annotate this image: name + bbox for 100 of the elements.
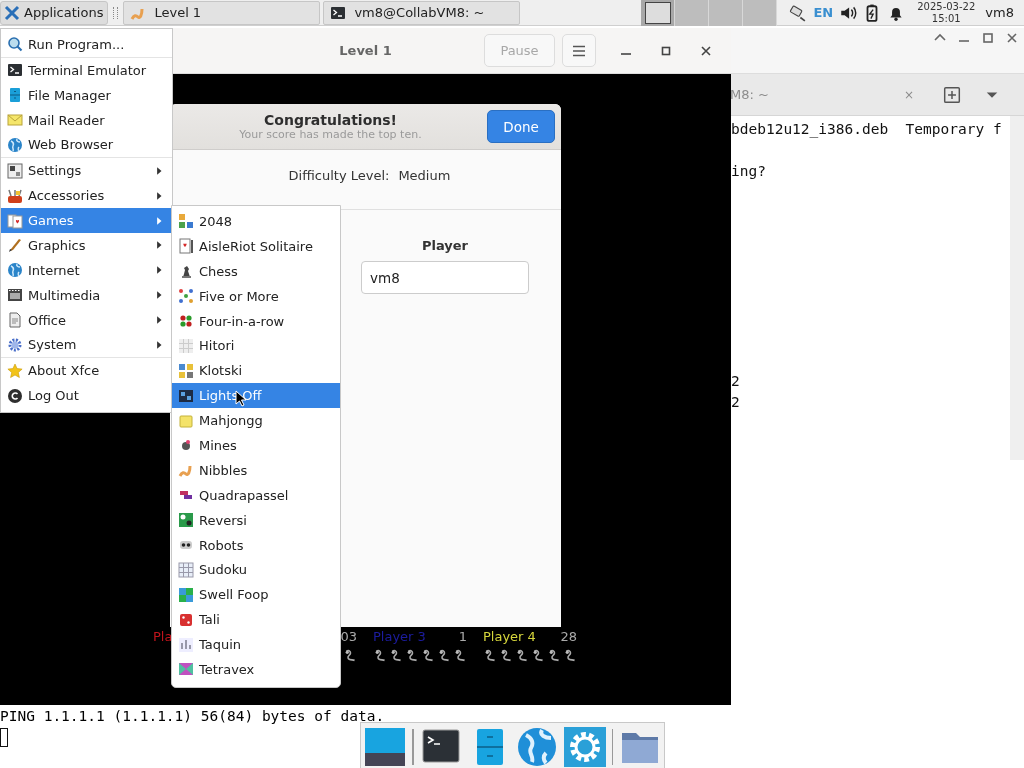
column-header: Player — [421, 238, 469, 253]
menu-item[interactable]: Reversi — [172, 507, 340, 533]
worm-icon — [516, 649, 529, 662]
scrollbar[interactable] — [1010, 116, 1024, 460]
document-icon — [7, 312, 23, 329]
xfce-logo-icon — [4, 4, 20, 21]
menu-item[interactable]: Run Program... — [1, 32, 172, 57]
menu-item[interactable]: Klotski — [172, 358, 340, 384]
dialog-subtitle: Your score has made the top ten. — [239, 128, 422, 141]
menu-item[interactable]: Multimedia — [1, 282, 172, 308]
terminal-line: 2 — [731, 393, 740, 412]
menu-item[interactable]: Five or More — [172, 283, 340, 309]
globe-icon — [7, 262, 23, 279]
settings-icon — [7, 162, 23, 179]
done-button[interactable]: Done — [487, 110, 555, 143]
menu-item[interactable]: Taquin — [172, 632, 340, 658]
taskbar-button[interactable]: vm8@CollabVM8: ~ — [323, 0, 521, 25]
text-cursor — [0, 728, 8, 747]
film-icon — [7, 287, 23, 304]
die-icon — [178, 611, 194, 628]
worm-icon — [374, 649, 387, 662]
balls-icon — [178, 313, 194, 329]
star-icon — [7, 362, 23, 379]
grid-icon — [178, 337, 194, 354]
user-name[interactable]: vm8 — [985, 5, 1014, 20]
clock[interactable]: 2025-03-22 15:01 — [917, 0, 976, 25]
terminal-line: 2 — [731, 372, 740, 391]
menu-item[interactable]: Graphics — [1, 233, 172, 258]
dialog-title: Congratulations! — [264, 112, 397, 128]
tile-icon — [178, 412, 194, 429]
menu-item[interactable]: Accessories — [1, 183, 172, 209]
globe-icon[interactable] — [515, 726, 558, 767]
menu-item[interactable]: Terminal Emulator — [1, 57, 172, 83]
menu-item[interactable]: Chess — [172, 258, 340, 284]
menu-item[interactable]: Quadrapassel — [172, 482, 340, 508]
tab-label: M8: ~ — [730, 87, 769, 102]
worm-icon — [564, 649, 577, 662]
player-name: Player 3 — [373, 629, 426, 645]
worm-icon — [438, 649, 451, 662]
menu-button[interactable] — [562, 34, 596, 67]
player-name: Player 4 — [483, 629, 536, 645]
terminal-icon — [7, 62, 23, 79]
player-name: Pla — [153, 629, 173, 645]
player-score: 03 — [340, 629, 357, 645]
triangles-icon — [178, 661, 194, 678]
menu-item[interactable]: AisleRiot Solitaire — [172, 233, 340, 259]
menu-item[interactable]: Four-in-a-row — [172, 308, 340, 334]
menu-item[interactable]: Web Browser — [1, 132, 172, 158]
menu-item[interactable]: Swell Foop — [172, 582, 340, 608]
toolbox-icon — [7, 187, 23, 204]
menu-item[interactable]: System — [1, 332, 172, 358]
menu-item[interactable]: Log Out — [1, 383, 172, 409]
dots-icon — [178, 288, 194, 305]
settings-icon[interactable] — [563, 726, 606, 767]
terminal-line: bdeb12u12_i386.deb Temporary f — [731, 120, 1002, 140]
menu-item[interactable]: Hitori — [172, 333, 340, 359]
squares-icon — [178, 586, 194, 603]
show-desktop-icon[interactable] — [364, 726, 406, 767]
envelope-icon — [7, 112, 23, 129]
terminal-line: ing? — [731, 162, 766, 181]
worm-icon — [548, 649, 561, 662]
gear-icon — [7, 336, 23, 353]
menu-item[interactable]: Games — [1, 208, 172, 233]
menu-item[interactable]: File Manager — [1, 82, 172, 108]
terminal-icon — [330, 4, 347, 21]
player-score: 28 — [560, 629, 577, 645]
paintbrush-icon — [7, 237, 23, 254]
menu-item[interactable]: 2048 — [172, 209, 340, 234]
worm-icon — [406, 649, 419, 662]
menu-item[interactable]: Mines — [172, 433, 340, 458]
menu-item[interactable]: Sudoku — [172, 557, 340, 583]
menu-item[interactable]: Tali — [172, 607, 340, 633]
globe-icon — [7, 136, 23, 153]
applications-button[interactable]: Applications — [0, 0, 109, 25]
menu-item[interactable]: Settings — [1, 158, 172, 184]
menu-item[interactable]: About Xfce — [1, 358, 172, 384]
menu-item[interactable]: Robots — [172, 532, 340, 558]
difficulty-label: Difficulty Level: — [288, 168, 390, 185]
window-title: Level 1 — [339, 43, 392, 58]
taskbar-button[interactable]: Level 1 — [123, 0, 321, 25]
player-score: 1 — [458, 629, 467, 645]
worm-icon — [344, 649, 357, 662]
menu-item[interactable]: Tetravex — [172, 657, 340, 682]
terminal-line: PING 1.1.1.1 (1.1.1.1) 56(84) bytes of data. — [0, 707, 385, 726]
worm-icon — [422, 649, 435, 662]
menu-item[interactable]: Office — [1, 307, 172, 333]
menu-item[interactable]: Nibbles — [172, 457, 340, 483]
new-tab-icon[interactable] — [943, 85, 961, 104]
file-cabinet-icon — [7, 87, 23, 104]
menu-item[interactable]: Mail Reader — [1, 107, 172, 133]
worm-icon — [500, 649, 513, 662]
name-input-field[interactable]: vm8 — [361, 261, 529, 294]
search-icon — [7, 36, 23, 53]
menu-item[interactable]: Lights Off — [172, 383, 340, 409]
difficulty-value: Medium — [398, 168, 451, 185]
workspace-button[interactable] — [641, 0, 676, 26]
menu-item[interactable]: Mahjongg — [172, 408, 340, 433]
discs-icon — [178, 512, 194, 529]
menu-item[interactable]: Internet — [1, 257, 172, 283]
playing-cards-icon — [7, 212, 23, 229]
